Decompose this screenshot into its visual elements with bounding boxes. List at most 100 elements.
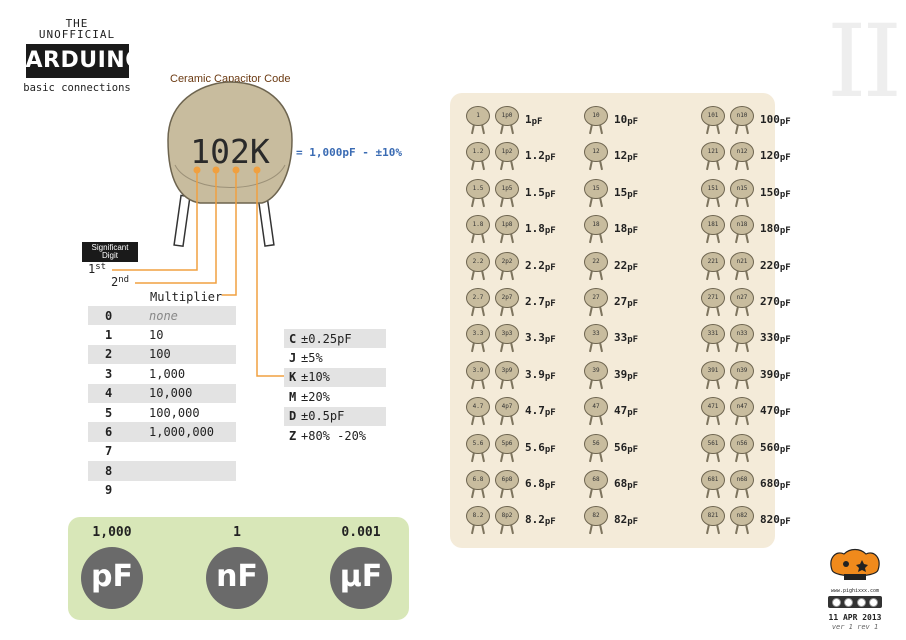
multiplier-digit: 8 bbox=[105, 463, 113, 478]
multiplier-row: 1 10 bbox=[88, 325, 236, 344]
capacitor-chip-icon: 39 bbox=[583, 360, 609, 390]
chip-code: 271 bbox=[701, 288, 725, 308]
capacitor-value-unit: pF bbox=[627, 481, 639, 491]
multiplier-row: 8 bbox=[88, 461, 236, 481]
capacitor-chip-icon: n12 bbox=[729, 141, 755, 171]
capacitor-value: 15pF bbox=[614, 186, 638, 200]
chip-code: 561 bbox=[701, 433, 725, 454]
capacitor-value: 820pF bbox=[760, 513, 791, 527]
unit-value: 0.001 bbox=[341, 525, 381, 540]
capacitor-value-unit: pF bbox=[544, 189, 556, 200]
capacitor-value-number: 39 bbox=[614, 367, 628, 381]
capacitor-value-unit: pF bbox=[627, 299, 639, 309]
capacitor-cell: 1.5 1p5 1.5pF bbox=[465, 178, 556, 208]
capacitor-value: 18pF bbox=[614, 222, 638, 236]
capacitor-value-number: 4.7 bbox=[525, 404, 545, 418]
chip-code: 151 bbox=[701, 178, 725, 199]
capacitor-value: 82pF bbox=[614, 513, 638, 527]
capacitor-cell: 4.7 4p7 4.7pF bbox=[465, 396, 556, 426]
capacitor-cell: 39 39pF bbox=[583, 360, 638, 390]
capacitor-chip-icon: 5p6 bbox=[494, 433, 520, 463]
chip-code: 8.2 bbox=[466, 506, 490, 527]
capacitor-value: 3.3pF bbox=[525, 331, 556, 345]
tolerance-row: Z +80% -20% bbox=[284, 426, 386, 445]
tolerance-code: C bbox=[289, 331, 297, 346]
capacitor-chip-icon: 331 bbox=[700, 323, 726, 353]
chip-code: 471 bbox=[701, 397, 725, 418]
unit-value: 1,000 bbox=[92, 525, 132, 540]
creative-commons-badge bbox=[828, 596, 882, 608]
chip-code: n15 bbox=[730, 178, 754, 199]
capacitor-chip-icon: 10 bbox=[583, 105, 609, 135]
chip-code: 2p7 bbox=[495, 288, 519, 308]
capacitor-value: 33pF bbox=[614, 331, 638, 345]
multiplier-digit: 4 bbox=[105, 386, 113, 401]
unit-symbol: µF bbox=[330, 547, 392, 609]
multiplier-digit: 5 bbox=[105, 405, 113, 420]
capacitor-chip-icon: n10 bbox=[729, 105, 755, 135]
capacitor-leg-left bbox=[173, 194, 191, 248]
capacitor-cell: 15 15pF bbox=[583, 178, 638, 208]
chip-code: 1p8 bbox=[495, 215, 519, 236]
capacitor-chip-icon: 6.8 bbox=[465, 469, 491, 499]
capacitor-chip-icon: 181 bbox=[700, 214, 726, 244]
capacitor-value-unit: pF bbox=[779, 444, 791, 455]
capacitor-chip-icon: 1.5 bbox=[465, 178, 491, 208]
multiplier-row: 0 none bbox=[88, 306, 236, 326]
capacitor-cell: 56 56pF bbox=[583, 433, 638, 463]
capacitor-value: 100pF bbox=[760, 113, 791, 127]
capacitor-cell: 8.2 8p2 8.2pF bbox=[465, 505, 556, 535]
chip-code: 1p2 bbox=[495, 142, 519, 163]
capacitor-chip-icon: 391 bbox=[700, 360, 726, 390]
cc-icon bbox=[831, 597, 841, 607]
capacitor-cell: 47 47pF bbox=[583, 396, 638, 426]
capacitor-chip-icon: 821 bbox=[700, 505, 726, 535]
capacitor-chip-icon: 1p5 bbox=[494, 178, 520, 208]
capacitor-chip-icon: n18 bbox=[729, 214, 755, 244]
tolerance-code: M bbox=[289, 389, 297, 404]
chip-code: 8p2 bbox=[495, 506, 519, 527]
chip-code: n21 bbox=[730, 251, 754, 272]
tolerance-code: J bbox=[289, 351, 297, 366]
capacitor-chip-icon: 1 bbox=[465, 105, 491, 135]
chip-code: 101 bbox=[701, 106, 725, 126]
capacitor-chip-icon: n39 bbox=[729, 360, 755, 390]
ordinal-second-suffix: nd bbox=[118, 275, 130, 285]
capacitor-cell: 1.8 1p8 1.8pF bbox=[465, 214, 556, 244]
unit-symbol: pF bbox=[81, 547, 143, 609]
capacitor-value-unit: pF bbox=[627, 408, 639, 419]
capacitor-value-unit: pF bbox=[779, 262, 791, 273]
chip-code: 221 bbox=[701, 251, 725, 272]
capacitor-value-number: 33 bbox=[614, 331, 628, 345]
capacitor-value: 680pF bbox=[760, 477, 791, 491]
capacitor-chip-icon: 221 bbox=[700, 251, 726, 281]
multiplier-row: 7 bbox=[88, 442, 236, 461]
tolerance-value: +80% -20% bbox=[301, 428, 367, 443]
capacitor-value-number: 2.7 bbox=[525, 295, 545, 308]
capacitor-value-number: 220 bbox=[760, 258, 780, 272]
capacitor-value: 330pF bbox=[760, 331, 791, 345]
chip-code: 47 bbox=[584, 397, 608, 418]
multiplier-digit: 9 bbox=[105, 483, 113, 498]
tolerance-code: D bbox=[289, 409, 297, 424]
capacitor-value-number: 100 bbox=[760, 113, 780, 126]
capacitor-chip-icon: 471 bbox=[700, 396, 726, 426]
capacitor-value-unit: pF bbox=[627, 444, 639, 455]
unit-nf: 1 nF bbox=[197, 525, 277, 609]
chip-code: n39 bbox=[730, 360, 754, 381]
capacitor-value-number: 390 bbox=[760, 367, 780, 381]
capacitor-chip-icon: 68 bbox=[583, 469, 609, 499]
tolerance-row: D ±0.5pF bbox=[284, 406, 386, 426]
chip-code: n27 bbox=[730, 288, 754, 308]
multiplier-row: 3 1,000 bbox=[88, 364, 236, 383]
capacitor-chip-icon: 121 bbox=[700, 141, 726, 171]
capacitor-value-number: 47 bbox=[614, 404, 628, 418]
capacitor-value: 39pF bbox=[614, 368, 638, 382]
chip-code: 82 bbox=[584, 506, 608, 527]
capacitor-chip-icon: 1p0 bbox=[494, 105, 520, 135]
chip-code: 6p8 bbox=[495, 470, 519, 490]
capacitor-cell: 1 1p0 1pF bbox=[465, 105, 542, 135]
multiplier-value: none bbox=[149, 308, 178, 323]
multiplier-value: 100 bbox=[149, 347, 171, 362]
capacitor-value: 120pF bbox=[760, 149, 791, 163]
